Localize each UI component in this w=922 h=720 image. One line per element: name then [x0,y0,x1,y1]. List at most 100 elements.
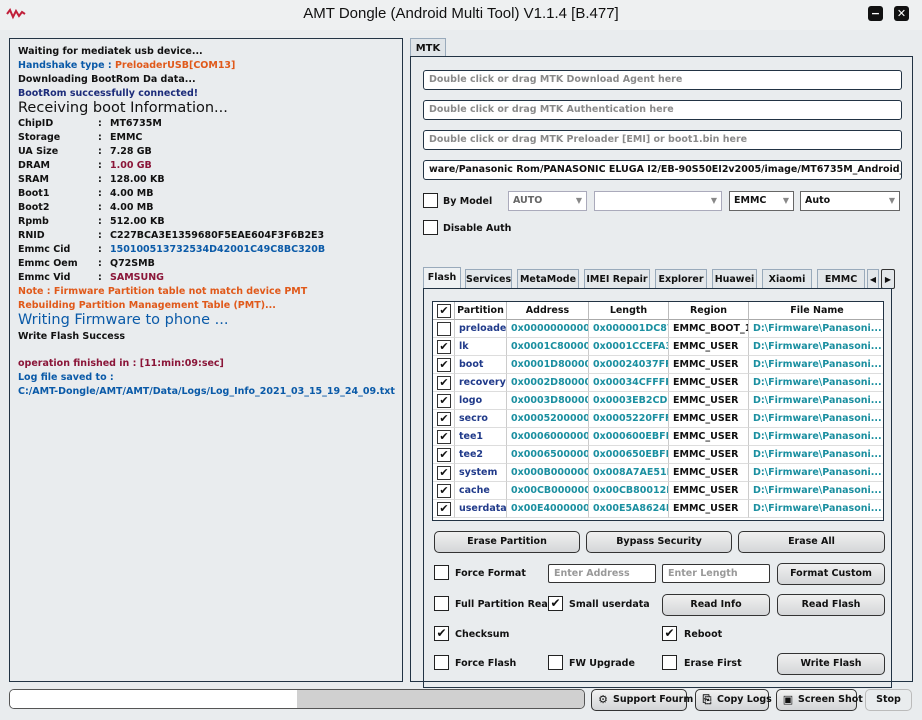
disable-auth-checkbox[interactable] [423,220,438,235]
info-key: RNID [18,230,45,241]
storage-select[interactable]: EMMC ▼ [729,191,794,211]
tab-huawei[interactable]: Huawei [712,269,757,289]
model-select[interactable]: AUTO ▼ [508,191,587,211]
length-input[interactable]: Enter Length [662,564,770,583]
by-model-checkbox[interactable] [423,193,438,208]
info-separator: : [98,146,102,157]
row-checkbox[interactable]: ✔ [437,448,451,462]
tab-scroll-left-icon[interactable]: ◀ [867,269,879,289]
auto-select[interactable]: Auto ▼ [800,191,900,211]
partition-cell: tee2 [455,446,507,464]
row-checkbox[interactable]: ✔ [437,412,451,426]
log-handshake-label: Handshake type : [18,60,115,71]
address-cell: 0x00CB000000 [507,482,589,500]
tab-metamode[interactable]: MetaMode [517,269,579,289]
length-cell: 0x00CB80012F [589,482,669,500]
table-row[interactable]: ✔ tee1 0x0006000000 0x000600EBFF EMMC_USER D:… [433,428,883,446]
small-userdata-checkbox[interactable]: ✔ [548,596,563,611]
force-flash-checkbox[interactable] [434,655,449,670]
row-checkbox[interactable]: ✔ [437,358,451,372]
table-row[interactable]: ✔ recovery 0x0002D80000 0x00034CFFFF EMMC_US… [433,374,883,392]
minimize-button[interactable]: − [868,6,883,21]
table-row[interactable]: ✔ tee2 0x0006500000 0x000650EBFF EMMC_USER D:… [433,446,883,464]
preloader-field[interactable]: Double click or drag MTK Preloader [EMI]… [423,130,902,150]
file-cell: D:\Firmware\Panasoni... [749,428,883,446]
tab-scroll-right-icon[interactable]: ▶ [881,269,895,289]
address-input[interactable]: Enter Address [548,564,656,583]
info-value: Q72SMB [110,258,155,269]
file-cell: D:\Firmware\Panasoni... [749,320,883,338]
info-separator: : [98,244,102,255]
row-checkbox[interactable]: ✔ [437,340,451,354]
row-checkbox[interactable]: ✔ [437,376,451,390]
info-value: 150100513732534D42001C49C8BC320B [110,244,326,255]
info-separator: : [98,272,102,283]
force-format-checkbox[interactable] [434,565,449,580]
info-key: Storage [18,132,61,143]
info-key: Boot1 [18,188,50,199]
file-cell: D:\Firmware\Panasoni... [749,392,883,410]
tab-flash[interactable]: Flash [423,267,461,289]
close-button[interactable]: ✕ [894,6,909,21]
partition-cell: lk [455,338,507,356]
region-cell: EMMC_USER [669,500,749,518]
table-row[interactable]: ✔ secro 0x0005200000 0x0005220FFF EMMC_USER D… [433,410,883,428]
table-row[interactable]: ✔ logo 0x0003D80000 0x0003EB2CDB EMMC_USER D:… [433,392,883,410]
format-custom-button[interactable]: Format Custom [777,563,885,585]
info-key: DRAM [18,160,51,171]
scatter-file-field[interactable]: ware/Panasonic Rom/PANASONIC ELUGA I2/EB… [423,160,902,180]
info-separator: : [98,216,102,227]
tab-xiaomi[interactable]: Xiaomi [762,269,812,289]
select-all-header[interactable]: ✔ [433,302,455,320]
flash-panel: ✔ Partition Address Length Region File N… [423,288,892,688]
region-cell: EMMC_USER [669,410,749,428]
checksum-checkbox[interactable]: ✔ [434,626,449,641]
erase-partition-button[interactable]: Erase Partition [434,531,580,553]
read-info-button[interactable]: Read Info [662,594,770,616]
row-checkbox[interactable]: ✔ [437,466,451,480]
table-row[interactable]: ✔ cache 0x00CB000000 0x00CB80012F EMMC_USER D… [433,482,883,500]
fw-upgrade-checkbox[interactable] [548,655,563,670]
row-checkbox[interactable] [437,322,451,336]
screen-shot-button[interactable]: ▣ Screen Shot [776,689,863,711]
row-checkbox[interactable]: ✔ [437,430,451,444]
row-checkbox[interactable]: ✔ [437,394,451,408]
tab-services[interactable]: Services [465,269,512,289]
authentication-field[interactable]: Double click or drag MTK Authentication … [423,100,902,120]
bypass-security-button[interactable]: Bypass Security [586,531,732,553]
erase-all-button[interactable]: Erase All [738,531,885,553]
row-checkbox[interactable]: ✔ [437,484,451,498]
support-forum-button[interactable]: ⚙ Support Fourm [591,689,693,711]
info-value: 4.00 MB [110,188,154,199]
write-flash-button[interactable]: Write Flash [777,653,885,675]
table-row[interactable]: preloader 0x0000000000 0x000001DC87 EMMC_BO… [433,320,883,338]
region-cell: EMMC_USER [669,428,749,446]
table-row[interactable]: ✔ userdata 0x00E4000000 0x00E5A8624F EMMC_US… [433,500,883,518]
partition-cell: recovery [455,374,507,392]
full-partition-read-checkbox[interactable] [434,596,449,611]
copy-logs-button[interactable]: ⎘ Copy Logs [695,689,772,711]
table-row[interactable]: ✔ boot 0x0001D80000 0x00024037FF EMMC_USER D:… [433,356,883,374]
table-row[interactable]: ✔ lk 0x0001C80000 0x0001CCEFA3 EMMC_USER D:\F… [433,338,883,356]
model-detail-select[interactable]: ▼ [594,191,722,211]
info-separator: : [98,258,102,269]
screen-shot-label: Screen Shot [798,694,863,705]
tab-mtk[interactable]: MTK [410,38,446,57]
table-row[interactable]: ✔ system 0x000B000000 0x008A7AE51B EMMC_USER… [433,464,883,482]
tab-imei-repair[interactable]: IMEI Repair [584,269,650,289]
stop-button[interactable]: Stop [865,689,912,711]
column-header: File Name [749,302,883,320]
erase-first-checkbox[interactable] [662,655,677,670]
progress-fill [10,690,297,708]
title-bar: AMT Dongle (Android Multi Tool) V1.1.4 [… [0,0,922,30]
full-partition-read-label: Full Partition Read [455,599,555,610]
tab-explorer[interactable]: Explorer [655,269,707,289]
download-agent-field[interactable]: Double click or drag MTK Download Agent … [423,70,902,90]
read-flash-button[interactable]: Read Flash [777,594,885,616]
tab-emmc[interactable]: EMMC [817,269,865,289]
reboot-checkbox[interactable]: ✔ [662,626,677,641]
file-cell: D:\Firmware\Panasoni... [749,356,883,374]
row-checkbox[interactable]: ✔ [437,502,451,516]
log-line: Rebuilding Partition Management Table (P… [18,300,276,311]
select-all-checkbox[interactable]: ✔ [437,304,451,318]
